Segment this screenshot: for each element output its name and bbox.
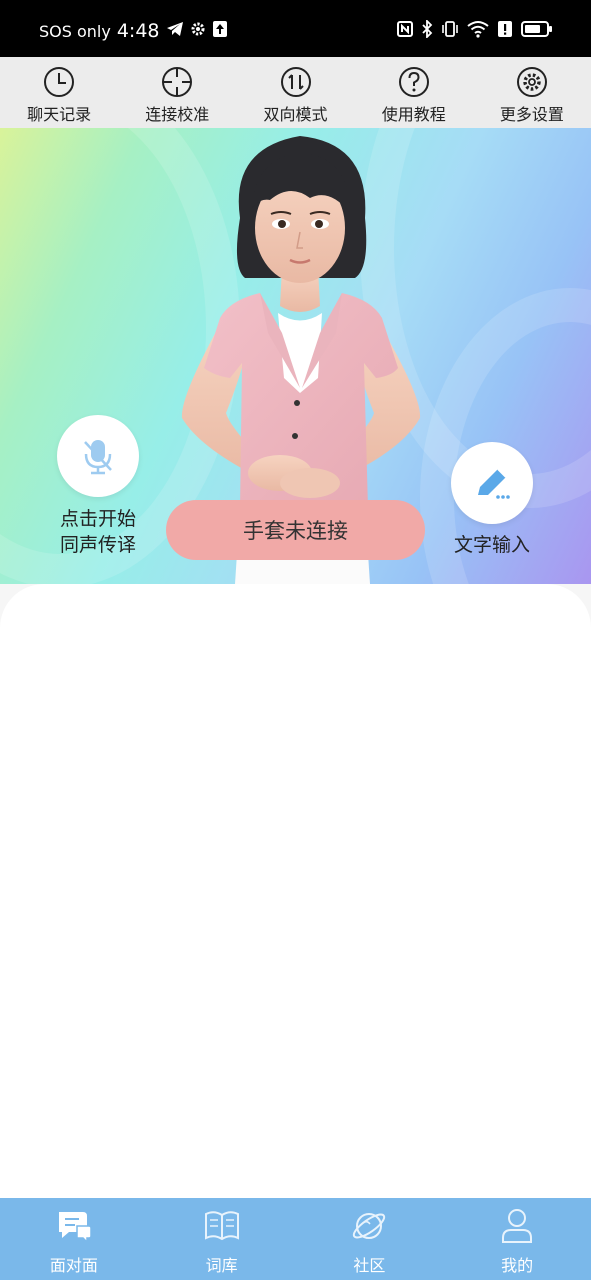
nav-community[interactable]: 社区 <box>296 1198 444 1280</box>
sos-text: SOS only <box>39 21 111 41</box>
more-settings-label: 更多设置 <box>499 105 564 124</box>
bluetooth-icon <box>421 18 433 42</box>
avatar-stage: 点击开始 同声传译 手套未连接 文字输入 <box>0 128 591 584</box>
telegram-icon <box>166 21 184 41</box>
nav-vocabulary-label: 词库 <box>205 1256 238 1275</box>
user-icon <box>502 1209 533 1243</box>
nav-profile[interactable]: 我的 <box>443 1198 591 1280</box>
top-toolbar: 聊天记录 连接校准 双向模式 使用教程 更多设置 <box>0 57 591 128</box>
alert-icon <box>497 20 513 42</box>
tutorial-label: 使用教程 <box>381 105 446 124</box>
planet-icon <box>353 1213 386 1239</box>
conversation-area <box>0 584 591 1198</box>
text-input-label: 文字输入 <box>453 534 530 556</box>
nfc-icon <box>397 21 413 41</box>
voice-interpret-button[interactable] <box>57 415 139 497</box>
nav-face-to-face-label: 面对面 <box>49 1256 98 1275</box>
voice-label-line1: 点击开始 <box>59 508 136 530</box>
chat-history-button[interactable]: 聊天记录 <box>0 57 118 128</box>
text-input-button[interactable] <box>451 442 533 524</box>
calibrate-button[interactable]: 连接校准 <box>118 57 236 128</box>
conversation-panel <box>0 584 591 1198</box>
nav-community-label: 社区 <box>353 1256 386 1275</box>
question-icon <box>398 67 429 97</box>
upload-icon <box>212 20 228 42</box>
two-way-arrows-icon <box>280 67 311 97</box>
bottom-nav: 面对面 词库 社区 我的 <box>0 1198 591 1280</box>
clock-icon <box>44 67 75 97</box>
nav-vocabulary[interactable]: 词库 <box>148 1198 296 1280</box>
nav-face-to-face[interactable]: 面对面 <box>0 1198 148 1280</box>
battery-icon <box>521 20 553 42</box>
nav-profile-label: 我的 <box>501 1256 534 1275</box>
chat-history-label: 聊天记录 <box>27 105 92 124</box>
status-bar: SOS only 4:48 <box>0 0 591 57</box>
calibrate-label: 连接校准 <box>145 105 210 124</box>
more-settings-button[interactable]: 更多设置 <box>473 57 591 128</box>
glove-status-button[interactable]: 手套未连接 <box>166 500 425 560</box>
status-right <box>397 18 553 42</box>
mic-off-icon <box>84 440 112 475</box>
two-way-mode-label: 双向模式 <box>263 105 328 124</box>
pencil-icon <box>478 468 510 499</box>
two-way-mode-button[interactable]: 双向模式 <box>236 57 354 128</box>
wifi-icon <box>467 20 489 42</box>
chat-icon <box>58 1212 92 1244</box>
clock-time: 4:48 <box>116 20 160 42</box>
gear-icon <box>190 21 206 41</box>
voice-label-line2: 同声传译 <box>59 534 136 556</box>
gear-icon <box>516 67 547 97</box>
book-icon <box>204 1211 239 1241</box>
vibrate-icon <box>441 20 459 42</box>
crosshair-icon <box>162 67 193 97</box>
tutorial-button[interactable]: 使用教程 <box>355 57 473 128</box>
status-left: SOS only 4:48 <box>39 20 228 42</box>
voice-interpret-label: 点击开始 同声传译 <box>50 506 146 558</box>
